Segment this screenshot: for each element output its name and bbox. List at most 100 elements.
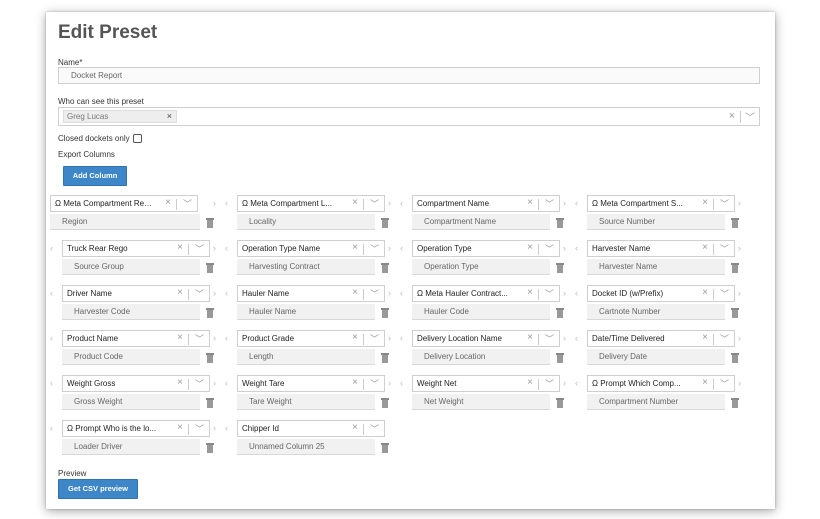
column-field-select[interactable]: Date/Time Delivered × ﹀ — [587, 330, 735, 347]
column-alias-input[interactable]: Source Group — [62, 259, 200, 275]
move-left-icon[interactable]: ‹ — [50, 333, 53, 343]
trash-icon[interactable] — [556, 308, 564, 318]
move-right-icon[interactable]: › — [388, 198, 391, 208]
clear-icon[interactable]: × — [352, 332, 358, 343]
chevron-down-icon[interactable]: ﹀ — [545, 242, 554, 255]
move-right-icon[interactable]: › — [213, 198, 216, 208]
column-alias-input[interactable]: Product Code — [62, 349, 200, 365]
chevron-down-icon[interactable]: ﹀ — [370, 287, 379, 300]
clear-icon[interactable]: × — [702, 197, 708, 208]
clear-icon[interactable]: × — [702, 242, 708, 253]
column-field-select[interactable]: Ω Prompt Who is the lo... × ﹀ — [62, 420, 210, 437]
trash-icon[interactable] — [206, 443, 214, 453]
clear-icon[interactable]: × — [527, 242, 533, 253]
move-left-icon[interactable]: ‹ — [575, 198, 578, 208]
move-right-icon[interactable]: › — [213, 288, 216, 298]
trash-icon[interactable] — [731, 218, 739, 228]
move-right-icon[interactable]: › — [388, 288, 391, 298]
column-field-select[interactable]: Harvester Name × ﹀ — [587, 240, 735, 257]
clear-icon[interactable]: × — [165, 197, 171, 208]
move-right-icon[interactable]: › — [388, 378, 391, 388]
clear-icon[interactable]: × — [352, 422, 358, 433]
column-alias-input[interactable]: Compartment Name — [412, 214, 550, 230]
move-right-icon[interactable]: › — [738, 378, 741, 388]
move-left-icon[interactable]: ‹ — [225, 288, 228, 298]
column-alias-input[interactable]: Compartment Number — [587, 394, 725, 410]
column-field-select[interactable]: Ω Meta Hauler Contract... × ﹀ — [412, 285, 560, 302]
column-alias-input[interactable]: Harvester Name — [587, 259, 725, 275]
chevron-down-icon[interactable]: ﹀ — [720, 197, 729, 210]
chevron-down-icon[interactable]: ﹀ — [720, 242, 729, 255]
column-alias-input[interactable]: Delivery Date — [587, 349, 725, 365]
column-alias-input[interactable]: Operation Type — [412, 259, 550, 275]
column-field-select[interactable]: Driver Name × ﹀ — [62, 285, 210, 302]
chevron-down-icon[interactable]: ﹀ — [545, 197, 554, 210]
column-alias-input[interactable]: Region — [50, 214, 200, 230]
chevron-down-icon[interactable]: ﹀ — [720, 332, 729, 345]
trash-icon[interactable] — [206, 398, 214, 408]
column-alias-input[interactable]: Hauler Name — [237, 304, 375, 320]
move-left-icon[interactable]: ‹ — [400, 378, 403, 388]
clear-icon[interactable]: × — [177, 422, 183, 433]
trash-icon[interactable] — [381, 353, 389, 363]
chevron-down-icon[interactable]: ﹀ — [195, 242, 204, 255]
move-left-icon[interactable]: ‹ — [50, 423, 53, 433]
column-field-select[interactable]: Product Grade × ﹀ — [237, 330, 385, 347]
move-left-icon[interactable]: ‹ — [225, 333, 228, 343]
move-right-icon[interactable]: › — [738, 288, 741, 298]
move-right-icon[interactable]: › — [213, 378, 216, 388]
trash-icon[interactable] — [381, 308, 389, 318]
column-field-select[interactable]: Weight Net × ﹀ — [412, 375, 560, 392]
clear-icon[interactable]: × — [177, 287, 183, 298]
chevron-down-icon[interactable]: ﹀ — [183, 197, 192, 210]
move-left-icon[interactable]: ‹ — [50, 288, 53, 298]
column-field-select[interactable]: Ω Meta Compartment Region × ﹀ — [50, 195, 198, 212]
move-left-icon[interactable]: ‹ — [225, 423, 228, 433]
chevron-down-icon[interactable]: ﹀ — [720, 287, 729, 300]
column-alias-input[interactable]: Length — [237, 349, 375, 365]
move-right-icon[interactable]: › — [388, 243, 391, 253]
column-alias-input[interactable]: Unnamed Column 25 — [237, 439, 375, 455]
column-field-select[interactable]: Weight Tare × ﹀ — [237, 375, 385, 392]
clear-icon[interactable]: × — [527, 197, 533, 208]
move-right-icon[interactable]: › — [563, 198, 566, 208]
column-alias-input[interactable]: Hauler Code — [412, 304, 550, 320]
move-right-icon[interactable]: › — [213, 243, 216, 253]
trash-icon[interactable] — [556, 353, 564, 363]
chevron-down-icon[interactable]: ﹀ — [195, 332, 204, 345]
column-field-select[interactable]: Product Name × ﹀ — [62, 330, 210, 347]
trash-icon[interactable] — [731, 308, 739, 318]
column-alias-input[interactable]: Net Weight — [412, 394, 550, 410]
move-right-icon[interactable]: › — [213, 333, 216, 343]
chevron-down-icon[interactable]: ﹀ — [545, 332, 554, 345]
trash-icon[interactable] — [381, 443, 389, 453]
move-left-icon[interactable]: ‹ — [225, 378, 228, 388]
move-left-icon[interactable]: ‹ — [400, 243, 403, 253]
chevron-down-icon[interactable]: ﹀ — [370, 197, 379, 210]
clear-icon[interactable]: × — [177, 377, 183, 388]
column-field-select[interactable]: Weight Gross × ﹀ — [62, 375, 210, 392]
column-field-select[interactable]: Chipper Id × ﹀ — [237, 420, 385, 437]
column-alias-input[interactable]: Locality — [237, 214, 375, 230]
move-left-icon[interactable]: ‹ — [400, 198, 403, 208]
column-field-select[interactable]: Ω Prompt Which Comp... × ﹀ — [587, 375, 735, 392]
clear-icon[interactable]: × — [527, 377, 533, 388]
column-field-select[interactable]: Docket ID (w/Prefix) × ﹀ — [587, 285, 735, 302]
move-right-icon[interactable]: › — [213, 423, 216, 433]
column-field-select[interactable]: Compartment Name × ﹀ — [412, 195, 560, 212]
column-alias-input[interactable]: Delivery Location — [412, 349, 550, 365]
column-field-select[interactable]: Ω Meta Compartment L... × ﹀ — [237, 195, 385, 212]
move-left-icon[interactable]: ‹ — [575, 243, 578, 253]
clear-icon[interactable]: × — [702, 377, 708, 388]
chevron-down-icon[interactable]: ﹀ — [720, 377, 729, 390]
column-field-select[interactable]: Operation Type × ﹀ — [412, 240, 560, 257]
chevron-down-icon[interactable]: ﹀ — [745, 109, 755, 124]
move-left-icon[interactable]: ‹ — [225, 243, 228, 253]
column-alias-input[interactable]: Harvesting Contract — [237, 259, 375, 275]
move-left-icon[interactable]: ‹ — [50, 378, 53, 388]
move-right-icon[interactable]: › — [563, 378, 566, 388]
chevron-down-icon[interactable]: ﹀ — [370, 242, 379, 255]
remove-tag-icon[interactable]: × — [167, 111, 172, 121]
chevron-down-icon[interactable]: ﹀ — [545, 377, 554, 390]
trash-icon[interactable] — [556, 263, 564, 273]
